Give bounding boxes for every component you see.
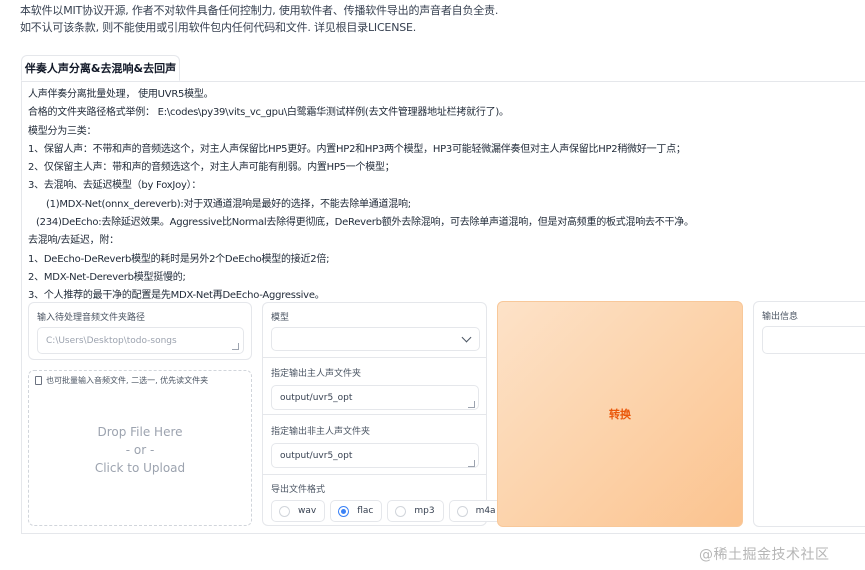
- radio-circle: [279, 505, 290, 517]
- drop-file-text: Drop File Here: [97, 425, 183, 439]
- upload-header: 也可批量输入音频文件, 二选一, 优先读文件夹: [35, 375, 208, 386]
- input-dir-label: 输入待处理音频文件夹路径: [37, 313, 146, 323]
- convert-button[interactable]: 转换: [497, 301, 743, 527]
- input-dir-field[interactable]: C:\Users\Desktop\todo-songs: [37, 327, 244, 354]
- instruction-line: 去混响/去延迟，附：: [28, 235, 119, 247]
- output-info-label: 输出信息: [762, 312, 799, 322]
- settings-block: 模型 指定输出主人声文件夹 output/uvr5_opt 指定输出非主人声文件…: [262, 302, 505, 526]
- upload-label: 也可批量输入音频文件, 二选一, 优先读文件夹: [46, 376, 209, 385]
- chevron-down-icon: [461, 332, 472, 343]
- radio-wav[interactable]: wav: [271, 500, 326, 522]
- radio-circle-selected: [338, 505, 350, 517]
- ins-output-label: 指定输出非主人声文件夹: [271, 427, 371, 437]
- instruction-line: 2、MDX-Net-Dereverb模型挺慢的;: [28, 271, 186, 283]
- ins-output-section: 指定输出非主人声文件夹 output/uvr5_opt: [263, 415, 486, 475]
- tab-uvr5[interactable]: 伴奏人声分离&去混响&去回声: [21, 55, 180, 81]
- radio-mp3[interactable]: mp3: [387, 500, 444, 522]
- vocal-output-field[interactable]: output/uvr5_opt: [271, 385, 479, 410]
- radio-label: m4a: [475, 506, 496, 516]
- instruction-line: 2、仅保留主人声：带和声的音频选这个，对主人声可能有削弱。内置HP5一个模型；: [28, 162, 395, 174]
- click-upload-text: Click to Upload: [94, 461, 186, 475]
- radio-label: mp3: [414, 506, 435, 516]
- instruction-line: (234)DeEcho:去除延迟效果。Aggressive比Normal去除得更…: [36, 217, 694, 229]
- file-upload-dropzone[interactable]: 也可批量输入音频文件, 二选一, 优先读文件夹 Drop File Here -…: [28, 370, 252, 526]
- radio-label: wav: [298, 506, 317, 516]
- format-radio-group: wav flac mp3 m4a: [271, 500, 505, 522]
- model-label: 模型: [271, 313, 290, 323]
- resize-handle-icon[interactable]: [232, 343, 239, 350]
- or-text: - or -: [125, 443, 155, 457]
- watermark: @稀土掘金技术社区: [699, 547, 830, 563]
- instruction-line: 模型分为三类：: [28, 125, 97, 137]
- resize-handle-icon[interactable]: [468, 401, 475, 408]
- license-notice-line1: 本软件以MIT协议开源, 作者不对软件具备任何控制力, 使用软件者、传播软件导出…: [20, 4, 499, 17]
- ins-output-field[interactable]: output/uvr5_opt: [271, 443, 479, 468]
- model-section: 模型: [263, 303, 486, 358]
- instruction-line: 1、DeEcho-DeReverb模型的耗时是另外2个DeEcho模型的接近2倍…: [28, 253, 330, 265]
- resize-handle-icon[interactable]: [468, 460, 475, 467]
- radio-flac[interactable]: flac: [330, 500, 383, 522]
- output-info-field[interactable]: [762, 326, 865, 354]
- upload-prompt: Drop File Here - or - Click to Upload: [29, 423, 251, 477]
- instructions: 人声伴奏分离批量处理， 使用UVR5模型。 合格的文件夹路径格式举例： E:\c…: [28, 86, 858, 306]
- input-dir-block: 输入待处理音频文件夹路径 C:\Users\Desktop\todo-songs: [28, 302, 252, 360]
- radio-circle: [395, 505, 407, 517]
- radio-circle: [456, 505, 468, 517]
- license-notice-line2: 如不认可该条款, 则不能使用或引用软件包内任何代码和文件. 详见根目录LICEN…: [20, 21, 417, 34]
- vocal-output-section: 指定输出主人声文件夹 output/uvr5_opt: [263, 358, 486, 415]
- instruction-line: 1、保留人声：不带和声的音频选这个，对主人声保留比HP5更好。内置HP2和HP3…: [28, 143, 686, 155]
- instruction-line: (1)MDX-Net(onnx_dereverb):对于双通道混响是最好的选择，…: [46, 198, 411, 210]
- vocal-output-label: 指定输出主人声文件夹: [271, 369, 362, 379]
- instruction-line: 合格的文件夹路径格式举例： E:\codes\py39\vits_vc_gpu\…: [28, 107, 509, 119]
- file-icon: [35, 376, 42, 385]
- instruction-line: 3、去混响、去延迟模型（by FoxJoy）：: [28, 180, 202, 192]
- radio-label: flac: [357, 506, 374, 516]
- format-label: 导出文件格式: [271, 485, 326, 495]
- output-info-block: 输出信息: [753, 301, 865, 527]
- model-select[interactable]: [271, 327, 480, 351]
- instruction-line: 人声伴奏分离批量处理， 使用UVR5模型。: [28, 89, 214, 100]
